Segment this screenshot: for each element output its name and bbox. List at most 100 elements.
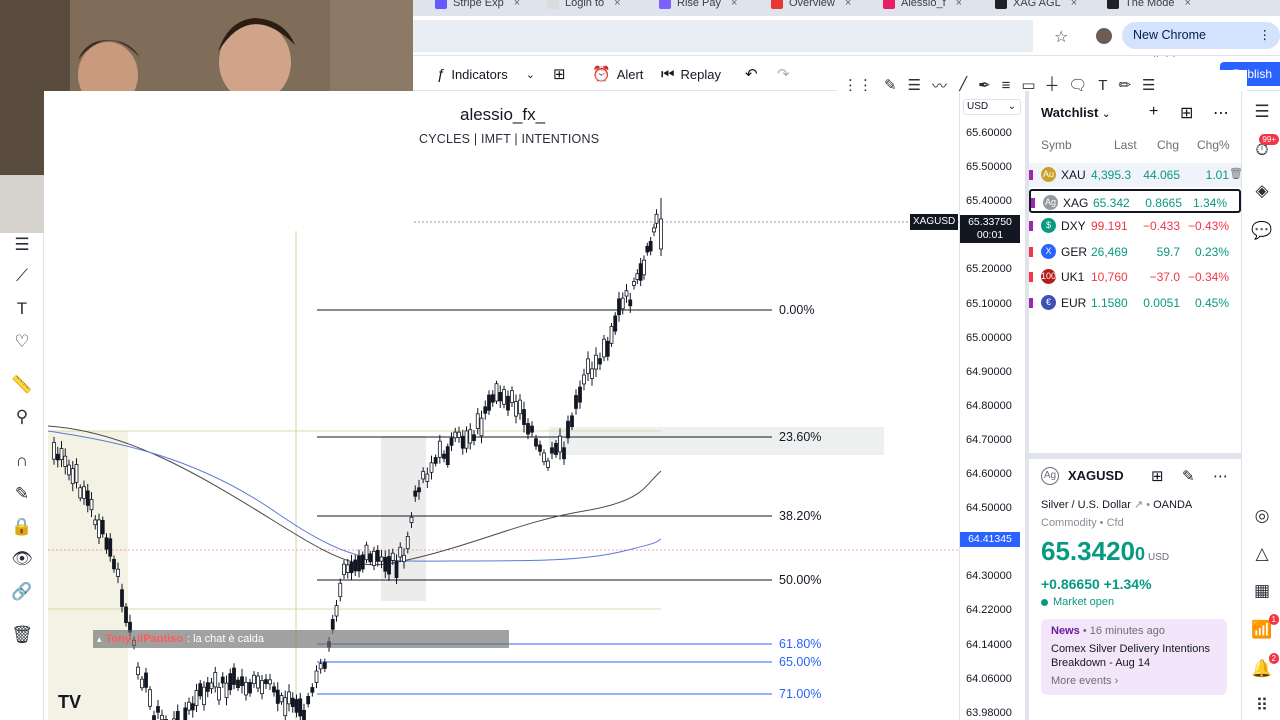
candle-body	[605, 340, 610, 357]
grid-view-icon[interactable]: ⊞	[1151, 467, 1164, 485]
col-chg[interactable]: Chg	[1157, 138, 1179, 152]
tab-close-icon[interactable]: ×	[1185, 0, 1191, 9]
ruler-icon[interactable]: 📏	[10, 373, 34, 397]
candle-body	[194, 690, 199, 706]
candle-body	[140, 678, 144, 689]
watchlist-row[interactable]: Au XAU 4,395.3 44.065 1.01 🗑	[1029, 163, 1243, 187]
currency-select[interactable]: USD ⌄	[963, 99, 1021, 115]
edit-note-icon[interactable]: ✎	[1182, 467, 1195, 485]
more-vert-icon[interactable]: ⋮	[1259, 22, 1272, 49]
tab-close-icon[interactable]: ×	[1071, 0, 1077, 9]
warning-triangle-icon[interactable]: △	[1251, 543, 1273, 565]
layouts-button[interactable]: ⊞	[553, 57, 566, 91]
alerts-clock-icon[interactable]: ⏱ 99+	[1251, 134, 1279, 161]
pencil-lock-icon[interactable]: ✎	[10, 482, 34, 506]
text-tool-icon[interactable]: T	[10, 297, 34, 321]
tab-close-icon[interactable]: ×	[731, 0, 737, 9]
lines-tool-icon[interactable]: ☰	[10, 233, 34, 257]
profile-avatar[interactable]	[1096, 28, 1112, 44]
apps-grid-icon[interactable]: ⠿	[1251, 695, 1273, 717]
candle-body	[290, 697, 295, 707]
pattern-tool-icon[interactable]: ⟋	[10, 264, 34, 288]
col-last[interactable]: Last	[1114, 138, 1137, 152]
calendar-icon[interactable]: ▦	[1251, 580, 1273, 602]
candle-body	[405, 536, 410, 550]
heart-icon[interactable]: ♡	[10, 330, 34, 354]
candle-body	[475, 413, 480, 429]
candle-body	[67, 464, 71, 476]
candle-body	[574, 395, 578, 409]
trash-icon[interactable]: 🗑	[10, 623, 34, 647]
tab-close-icon[interactable]: ×	[614, 0, 620, 9]
candle-body	[104, 537, 109, 550]
candle-body	[52, 442, 56, 460]
col-symbol[interactable]: Symb	[1041, 138, 1072, 152]
watchlist-row[interactable]: $ DXY 99.191 −0.433 −0.43%	[1029, 214, 1241, 238]
watchlist-title[interactable]: Watchlist ⌄	[1041, 105, 1110, 120]
candle-body	[55, 453, 60, 461]
link-icon[interactable]: 🔗	[10, 580, 34, 604]
external-link-icon[interactable]: ↗	[1134, 499, 1143, 511]
watchlist-row[interactable]: X GER 26,469 59.7 0.23%	[1029, 240, 1241, 264]
undo-button[interactable]: ↶	[745, 57, 758, 91]
symbol-detail-panel: Ag XAGUSD ⊞ ✎ ⋯ Silver / U.S. Dollar ↗ •…	[1025, 453, 1241, 720]
row-change: 59.7	[1156, 244, 1180, 259]
row-change-percent: −0.43%	[1187, 219, 1229, 234]
col-chgp[interactable]: Chg%	[1197, 138, 1230, 152]
watchlist-row[interactable]: € EUR 1.1580 0.0051 0.45%	[1029, 291, 1241, 315]
omnibox[interactable]	[413, 20, 1033, 52]
candle-body	[522, 409, 526, 425]
broadcast-icon[interactable]: 📶 1	[1251, 614, 1279, 641]
browser-tab[interactable]: Login to ×	[547, 0, 621, 12]
chevron-down-icon[interactable]: ⌄	[526, 68, 535, 81]
browser-tab[interactable]: Stripe Exp ×	[435, 0, 520, 12]
candle-body	[318, 663, 323, 670]
watchlist-rail-icon[interactable]: ☰	[1251, 101, 1273, 123]
detail-price-small: 0	[1134, 544, 1145, 564]
tab-close-icon[interactable]: ×	[514, 0, 520, 9]
redo-button[interactable]: ↷	[777, 57, 790, 91]
lock-icon[interactable]: 🔒	[10, 515, 34, 539]
browser-tab[interactable]: XAG AGL ×	[995, 0, 1077, 12]
new-chrome-available-button[interactable]: New Chrome available ⋮	[1122, 22, 1280, 69]
tab-close-icon[interactable]: ×	[956, 0, 962, 9]
indicators-button[interactable]: ƒ Indicators ⌄	[437, 57, 535, 91]
row-flag	[1029, 246, 1033, 257]
target-icon[interactable]: ◎	[1251, 505, 1273, 527]
symbol-logo-icon: €	[1041, 295, 1056, 310]
zoom-icon[interactable]: ⚲	[10, 405, 34, 429]
chat-close-icon[interactable]: ▴	[97, 634, 102, 645]
row-change-percent: 1.34%	[1192, 195, 1227, 210]
chat-icon[interactable]: 💬	[1251, 220, 1273, 242]
advanced-view-icon[interactable]: ⊞	[1180, 103, 1193, 123]
tab-favicon-icon	[883, 0, 895, 9]
news-card[interactable]: News • 16 minutes ago Comex Silver Deliv…	[1041, 619, 1227, 695]
browser-tab[interactable]: Rise Pay ×	[659, 0, 737, 12]
candle-body	[429, 462, 434, 473]
price-scale[interactable]: USD ⌄ 65.6000065.5000065.4000065.3000065…	[959, 91, 1025, 720]
more-events-link[interactable]: More events ›	[1051, 675, 1217, 687]
eye-icon[interactable]: 👁	[10, 547, 34, 571]
row-change-percent: 0.23%	[1194, 244, 1229, 259]
more-horiz-icon[interactable]: ⋯	[1213, 103, 1229, 123]
candle-body	[554, 442, 558, 455]
candle-body	[437, 440, 442, 458]
tab-close-icon[interactable]: ×	[845, 0, 851, 9]
watchlist-row[interactable]: 100 UK1 10,760 −37.0 −0.34%	[1029, 265, 1241, 289]
chart-pane[interactable]: 0.00% 23.60% 38.20% 50.00% 61.80% 65.00% 71.00…	[44, 91, 959, 720]
detail-symbol[interactable]: XAGUSD	[1068, 468, 1124, 483]
magnet-icon[interactable]: ∩	[10, 449, 34, 473]
browser-tab[interactable]: Alessio_f ×	[883, 0, 962, 12]
price-chart-svg[interactable]: 0.00% 23.60% 38.20% 50.00% 61.80% 65.00% 71.00…	[44, 91, 959, 720]
watchlist-row[interactable]: Ag XAG 65.342 0.8665 1.34%	[1029, 188, 1241, 213]
news-headline[interactable]: Comex Silver Delivery Intentions Breakdo…	[1051, 642, 1217, 670]
more-horiz-icon[interactable]: ⋯	[1213, 467, 1228, 485]
bell-icon[interactable]: 🔔 2	[1251, 653, 1279, 680]
browser-tab[interactable]: The Mode ×	[1107, 0, 1191, 12]
add-symbol-icon[interactable]: +	[1149, 103, 1158, 121]
layers-icon[interactable]: ◈	[1251, 180, 1273, 202]
star-icon[interactable]: ☆	[1054, 27, 1068, 47]
replay-button[interactable]: ⏮ Replay	[661, 57, 721, 91]
browser-tab[interactable]: Overview ×	[771, 0, 851, 12]
alert-button[interactable]: ⏰ Alert	[592, 57, 643, 91]
